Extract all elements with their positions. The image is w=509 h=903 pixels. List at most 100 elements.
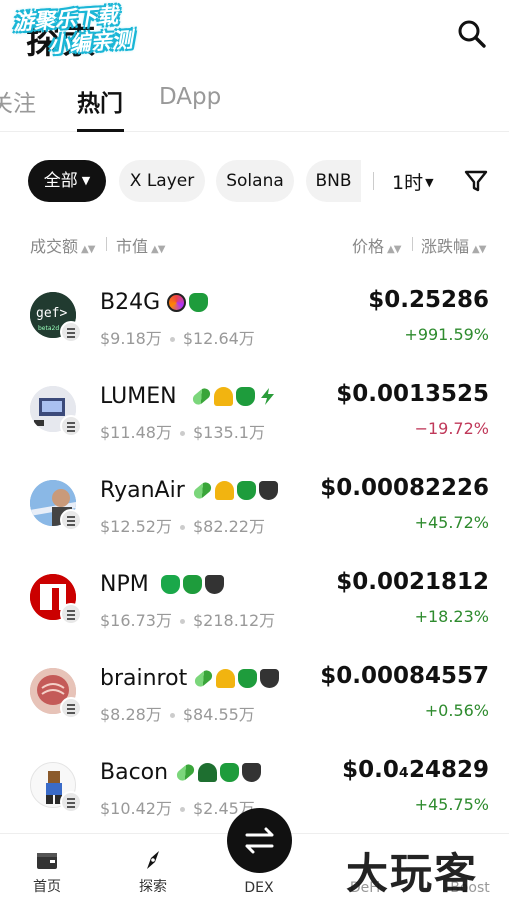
token-change: +0.56% xyxy=(424,701,489,720)
token-name: brainrot xyxy=(100,666,188,691)
owl-icon xyxy=(260,669,279,688)
nav-explore[interactable]: 探索 xyxy=(113,848,193,896)
tab-dapp[interactable]: DApp xyxy=(159,84,221,110)
money-bag-icon xyxy=(220,763,239,782)
chain-filter-bar: 全部 ▼ X Layer Solana BNB 1时 ▼ xyxy=(0,158,509,204)
chip-all[interactable]: 全部 ▼ xyxy=(28,160,106,202)
pill-icon xyxy=(190,386,213,407)
token-stats: $8.28万 $84.55万 xyxy=(100,701,255,725)
chevron-down-icon: ▼ xyxy=(81,174,91,187)
token-volume: $16.73万 xyxy=(100,611,172,630)
token-volume: $12.52万 xyxy=(100,517,172,536)
token-change: +18.23% xyxy=(414,607,489,626)
money-bag-icon xyxy=(189,293,208,312)
solana-chain-icon xyxy=(60,697,82,719)
chip-bnb[interactable]: BNB xyxy=(306,160,361,202)
col-price-label: 价格 xyxy=(352,237,385,256)
solana-chain-icon xyxy=(60,321,82,343)
tab-hot[interactable]: 热门 xyxy=(77,84,123,118)
token-price: $0.00082226 xyxy=(320,475,489,501)
token-tags xyxy=(174,762,264,784)
token-tags xyxy=(190,386,280,408)
chef-hat-icon xyxy=(216,669,235,688)
col-volume-label: 成交额 xyxy=(30,237,79,256)
token-tags xyxy=(161,574,227,596)
nav-explore-label: 探索 xyxy=(139,879,167,895)
sort-change[interactable]: 涨跌幅 ▲▼ xyxy=(421,233,486,257)
token-mcap: $12.64万 xyxy=(182,329,255,348)
token-row[interactable]: RyanAir $12.52万 $82.22万 $0.00082226 +45.7… xyxy=(0,456,509,550)
token-change: +45.72% xyxy=(414,513,489,532)
token-name: RyanAir xyxy=(100,478,185,503)
token-price: $0.0₄24829 xyxy=(342,757,489,783)
compass-icon xyxy=(147,851,159,869)
tab-bar: 关注 热门 DApp xyxy=(0,76,509,132)
timeframe-label: 1时 xyxy=(392,172,424,194)
top-bar: 探索 游聚乐下载 小编亲测 xyxy=(0,0,509,70)
token-name: LUMEN xyxy=(100,384,177,409)
token-tags xyxy=(167,292,211,314)
chef-hat-icon xyxy=(215,481,234,500)
token-mcap: $84.55万 xyxy=(182,705,255,724)
pill-icon xyxy=(192,668,215,689)
nav-home[interactable]: 首页 xyxy=(7,848,87,896)
nav-dex[interactable]: DEX xyxy=(219,880,299,896)
pill-icon xyxy=(191,480,214,501)
separator-dot xyxy=(169,713,175,718)
token-price: $0.25286 xyxy=(368,287,489,313)
token-volume: $10.42万 xyxy=(100,799,172,818)
token-tags xyxy=(191,480,281,502)
separator-dot xyxy=(180,807,185,812)
token-name: NPM xyxy=(100,572,149,597)
token-stats: $9.18万 $12.64万 xyxy=(100,325,255,349)
col-mcap-label: 市值 xyxy=(116,237,149,256)
token-change: −19.72% xyxy=(414,419,489,438)
token-tags xyxy=(192,668,282,690)
timeframe-select[interactable]: 1时 ▼ xyxy=(392,168,434,195)
nav-home-label: 首页 xyxy=(33,879,61,895)
sort-icon: ▲▼ xyxy=(387,244,401,255)
solana-chain-icon xyxy=(60,603,82,625)
wallet-icon xyxy=(37,853,57,869)
token-price: $0.0021812 xyxy=(336,569,489,595)
chip-x-layer[interactable]: X Layer xyxy=(119,160,205,202)
token-price: $0.00084557 xyxy=(320,663,489,689)
filter-button[interactable] xyxy=(463,168,489,194)
chip-solana[interactable]: Solana xyxy=(216,160,294,202)
token-change: +991.59% xyxy=(404,325,489,344)
sort-icon: ▲▼ xyxy=(81,244,95,255)
token-row[interactable]: NPM $16.73万 $218.12万 $0.0021812 +18.23% xyxy=(0,550,509,644)
sort-market-cap[interactable]: 市值 ▲▼ xyxy=(116,233,165,257)
token-stats: $11.48万 $135.1万 xyxy=(100,419,265,443)
owl-icon xyxy=(242,763,261,782)
filter-divider xyxy=(373,172,374,190)
token-mcap: $218.12万 xyxy=(193,611,276,630)
dex-swap-button[interactable] xyxy=(227,808,292,873)
solana-chain-icon xyxy=(60,791,82,813)
token-row[interactable]: LUMEN $11.48万 $135.1万 $0.0013525 −19.72% xyxy=(0,362,509,456)
token-name: B24G xyxy=(100,290,161,315)
col-change-label: 涨跌幅 xyxy=(421,237,470,256)
separator-dot xyxy=(180,619,185,624)
token-row[interactable]: gef> beta2d B24G $9.18万 $12.64万 $0.25286 … xyxy=(0,268,509,362)
swap-arrows-icon xyxy=(245,827,274,854)
chevron-down-icon: ▼ xyxy=(425,176,434,189)
col-divider xyxy=(412,237,413,251)
b24g-logo-text: gef> xyxy=(36,306,67,321)
token-mcap: $82.22万 xyxy=(193,517,265,536)
sort-price[interactable]: 价格 ▲▼ xyxy=(352,233,401,257)
chip-all-label: 全部 xyxy=(43,171,78,191)
sort-volume[interactable]: 成交额 ▲▼ xyxy=(30,233,95,257)
token-volume: $8.28万 xyxy=(100,705,162,724)
search-button[interactable] xyxy=(456,18,488,50)
owl-icon xyxy=(259,481,278,500)
separator-dot xyxy=(180,525,185,530)
chef-hat-icon xyxy=(214,387,233,406)
owl-icon xyxy=(205,575,224,594)
pump-icon xyxy=(167,293,186,312)
solana-chain-icon xyxy=(60,509,82,531)
tab-following[interactable]: 关注 xyxy=(0,84,36,118)
b24g-logo-subtext: beta2d xyxy=(38,325,59,332)
money-bag-icon xyxy=(183,575,202,594)
token-row[interactable]: brainrot $8.28万 $84.55万 $0.00084557 +0.56… xyxy=(0,644,509,738)
